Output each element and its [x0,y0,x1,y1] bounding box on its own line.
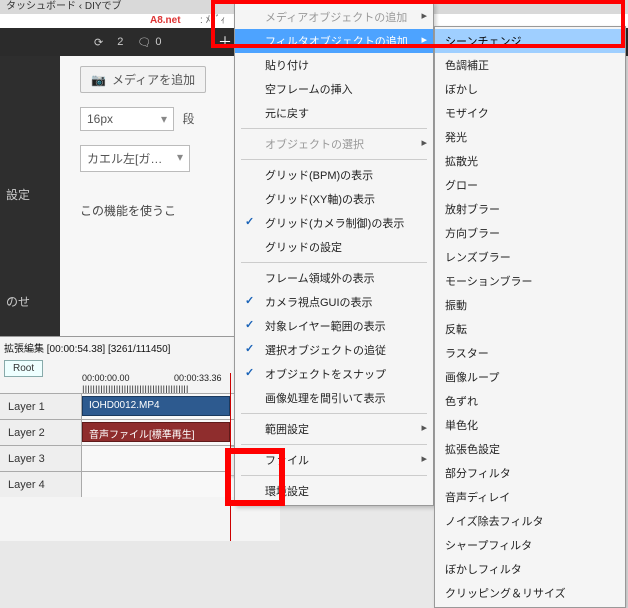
add-media-label: メディアを追加 [112,71,195,88]
submenu-item[interactable]: 拡散光 [435,149,625,173]
content-paragraph: この機能を使うこ [80,202,240,219]
submenu-item[interactable]: 発光 [435,125,625,149]
sidebar-settings[interactable]: 設定 [6,186,60,203]
wp-sidebar: 設定 のせ [0,56,60,336]
ruler-time-0: 00:00:00.00 [82,373,130,383]
a8-logo: A8.net [150,14,181,28]
menu-item[interactable]: グリッド(カメラ制御)の表示 [235,211,433,235]
submenu-item[interactable]: 拡張色設定 [435,437,625,461]
submenu-item[interactable]: シャープフィルタ [435,533,625,557]
root-button[interactable]: Root [4,360,43,377]
menu-item[interactable]: 環境設定 [235,479,433,503]
menu-item[interactable]: フレーム領域外の表示 [235,266,433,290]
menu-item[interactable]: ファイル [235,448,433,472]
menu-item: メディアオブジェクトの追加 [235,5,433,29]
submenu-item[interactable]: 方向ブラー [435,221,625,245]
submenu-item[interactable]: 音声ディレイ [435,485,625,509]
frog-select[interactable]: カエル左[ガ… [80,145,190,172]
submenu-item[interactable]: モザイク [435,101,625,125]
submenu-item[interactable]: モーションブラー [435,269,625,293]
submenu-item[interactable]: 反転 [435,317,625,341]
submenu-item[interactable]: 振動 [435,293,625,317]
submenu-item[interactable]: 色ずれ [435,389,625,413]
submenu-item[interactable]: 放射ブラー [435,197,625,221]
menu-item[interactable]: グリッド(BPM)の表示 [235,163,433,187]
sidebar-ose[interactable]: のせ [6,293,60,310]
menu-item[interactable]: 空フレームの挿入 [235,77,433,101]
submenu-item[interactable]: クリッピング＆リサイズ [435,581,625,605]
a8-suffix: : ﾒﾃﾞｨ [200,14,226,28]
menu-item[interactable]: 画像処理を間引いて表示 [235,386,433,410]
submenu-item[interactable]: シーンチェンジ [435,29,625,53]
video-clip[interactable]: IOHD0012.MP4 [82,396,230,416]
menu-item[interactable]: グリッド(XY軸)の表示 [235,187,433,211]
submenu-item[interactable]: グロー [435,173,625,197]
submenu-item[interactable]: ぼかし [435,77,625,101]
submenu-item[interactable]: ぼかしフィルタ [435,557,625,581]
submenu-item[interactable]: 部分フィルタ [435,461,625,485]
menu-item[interactable]: 元に戻す [235,101,433,125]
menu-item[interactable]: カメラ視点GUIの表示 [235,290,433,314]
layer-label-1[interactable]: Layer 1 [0,394,82,419]
add-media-button[interactable]: 📷 メディアを追加 [80,66,206,93]
menu-item[interactable]: 貼り付け [235,53,433,77]
submenu-item[interactable]: レンズブラー [435,245,625,269]
camera-icon: 📷 [91,73,106,87]
font-size-select[interactable]: 16px [80,107,174,131]
menu-item[interactable]: 対象レイヤー範囲の表示 [235,314,433,338]
submenu-item[interactable]: 色調補正 [435,53,625,77]
menu-item[interactable]: オブジェクトをスナップ [235,362,433,386]
menu-item[interactable]: 選択オブジェクトの追従 [235,338,433,362]
bubble-count: 0 [155,36,161,48]
layer-label-2[interactable]: Layer 2 [0,420,82,445]
dan-label: 段 [182,112,194,126]
menu-item[interactable]: グリッドの設定 [235,235,433,259]
submenu-item[interactable]: ノイズ除去フィルタ [435,509,625,533]
menu-item[interactable]: フィルタオブジェクトの追加 [235,29,433,53]
refresh-icon[interactable]: ⟳ [94,36,103,49]
audio-clip[interactable]: 音声ファイル[標準再生] [82,422,230,442]
bubble-icon[interactable]: 🗨 0 [137,36,161,49]
submenu-item[interactable]: ラスター [435,341,625,365]
editor-area: 📷 メディアを追加 16px 段 カエル左[ガ… この機能を使うこ [60,56,240,336]
menu-item: オブジェクトの選択 [235,132,433,156]
submenu-item[interactable]: 単色化 [435,413,625,437]
filter-submenu: シーンチェンジ色調補正ぼかしモザイク発光拡散光グロー放射ブラー方向ブラーレンズブ… [434,26,626,608]
comments-count[interactable]: 2 [117,36,123,48]
submenu-item[interactable]: 画像ループ [435,365,625,389]
ruler-time-1: 00:00:33.36 [174,373,222,383]
layer-label-4[interactable]: Layer 4 [0,472,82,497]
layer-label-3[interactable]: Layer 3 [0,446,82,471]
playhead[interactable] [230,373,231,541]
context-menu: メディアオブジェクトの追加フィルタオブジェクトの追加貼り付け空フレームの挿入元に… [234,2,434,506]
plus-button[interactable]: ＋ [216,28,234,56]
menu-item[interactable]: 範囲設定 [235,417,433,441]
